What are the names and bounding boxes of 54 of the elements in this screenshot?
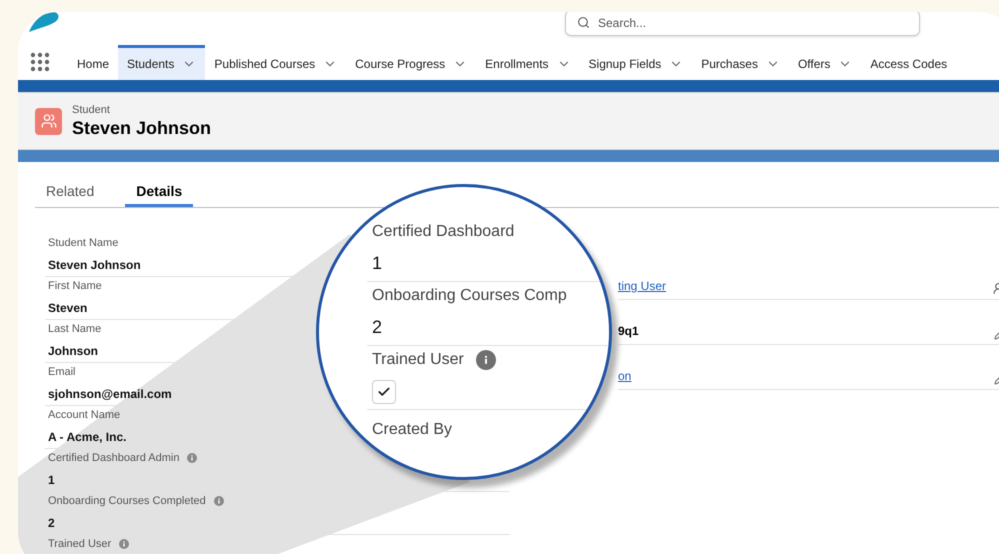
nav-tab-label: Published Courses	[214, 56, 316, 73]
info-icon[interactable]	[476, 350, 496, 370]
nav-tab[interactable]: Access Codes	[861, 45, 956, 80]
field-value: Steven Johnson	[48, 257, 141, 274]
record-type: Student	[72, 103, 111, 117]
field-label: Account Name	[48, 408, 120, 423]
student-people-icon	[35, 108, 62, 134]
zoomed-field-label: Onboarding Courses Comp	[372, 286, 567, 306]
nav-tab[interactable]: Purchases	[692, 45, 789, 80]
nav-tab[interactable]: Offers	[788, 45, 862, 80]
zoomed-field-label: Created By	[372, 420, 452, 440]
search-field[interactable]: Search...	[565, 12, 920, 36]
field-label: Trained User	[48, 536, 112, 552]
field-label: Email	[48, 364, 76, 380]
field-value: 9q1	[618, 323, 639, 340]
field-value: A - Acme, Inc.	[48, 429, 126, 446]
field-link[interactable]: ting User	[618, 277, 666, 295]
field-link[interactable]: on	[618, 367, 632, 385]
app-launcher-icon[interactable]	[30, 52, 50, 72]
field-label: Onboarding Courses Completed	[48, 494, 206, 509]
search-icon	[577, 16, 590, 29]
nav-tab-label: Access Codes	[870, 56, 948, 73]
field-label: First Name	[48, 278, 102, 294]
zoomed-field-value: 1	[372, 252, 382, 275]
field-label: Student Name	[48, 236, 118, 251]
nav-tab-label: Purchases	[701, 56, 758, 73]
field-label: Last Name	[48, 322, 102, 337]
record-title: Steven Johnson	[72, 117, 212, 139]
zoomed-field-label: Trained User	[372, 350, 464, 370]
nav-tab-label: Students	[127, 56, 174, 73]
check-icon	[377, 385, 391, 399]
nav-tab-label: Enrollments	[485, 56, 549, 73]
nav-tab[interactable]: Students	[118, 45, 206, 80]
nav-tab[interactable]: Published Courses	[205, 45, 346, 80]
zoomed-field-label: Certified Dashboard	[372, 222, 514, 242]
nav-tab-label: Course Progress	[355, 56, 446, 73]
nav-tab[interactable]: Home	[68, 45, 118, 80]
field-label: Certified Dashboard Admin	[48, 450, 180, 466]
nav-tab-label: Offers	[798, 56, 830, 73]
nav-tab[interactable]: Enrollments	[476, 45, 580, 80]
cloud-logo	[27, 12, 61, 34]
nav-tab[interactable]: Course Progress	[346, 45, 476, 80]
field-value: Steven	[48, 300, 88, 317]
record-tab[interactable]: Related	[35, 178, 106, 207]
field-value: sjohnson@email.com	[48, 386, 172, 403]
checkbox[interactable]	[372, 380, 396, 404]
nav-tab-label: Signup Fields	[588, 56, 662, 73]
nav-tab[interactable]: Signup Fields	[580, 45, 692, 80]
field-value: 1	[48, 472, 55, 489]
field-value: 2	[48, 515, 55, 532]
field-value: Johnson	[48, 343, 98, 360]
nav-tab-label: Home	[77, 56, 110, 73]
zoomed-field-value: 2	[372, 316, 382, 339]
record-tab[interactable]: Details	[125, 178, 194, 207]
